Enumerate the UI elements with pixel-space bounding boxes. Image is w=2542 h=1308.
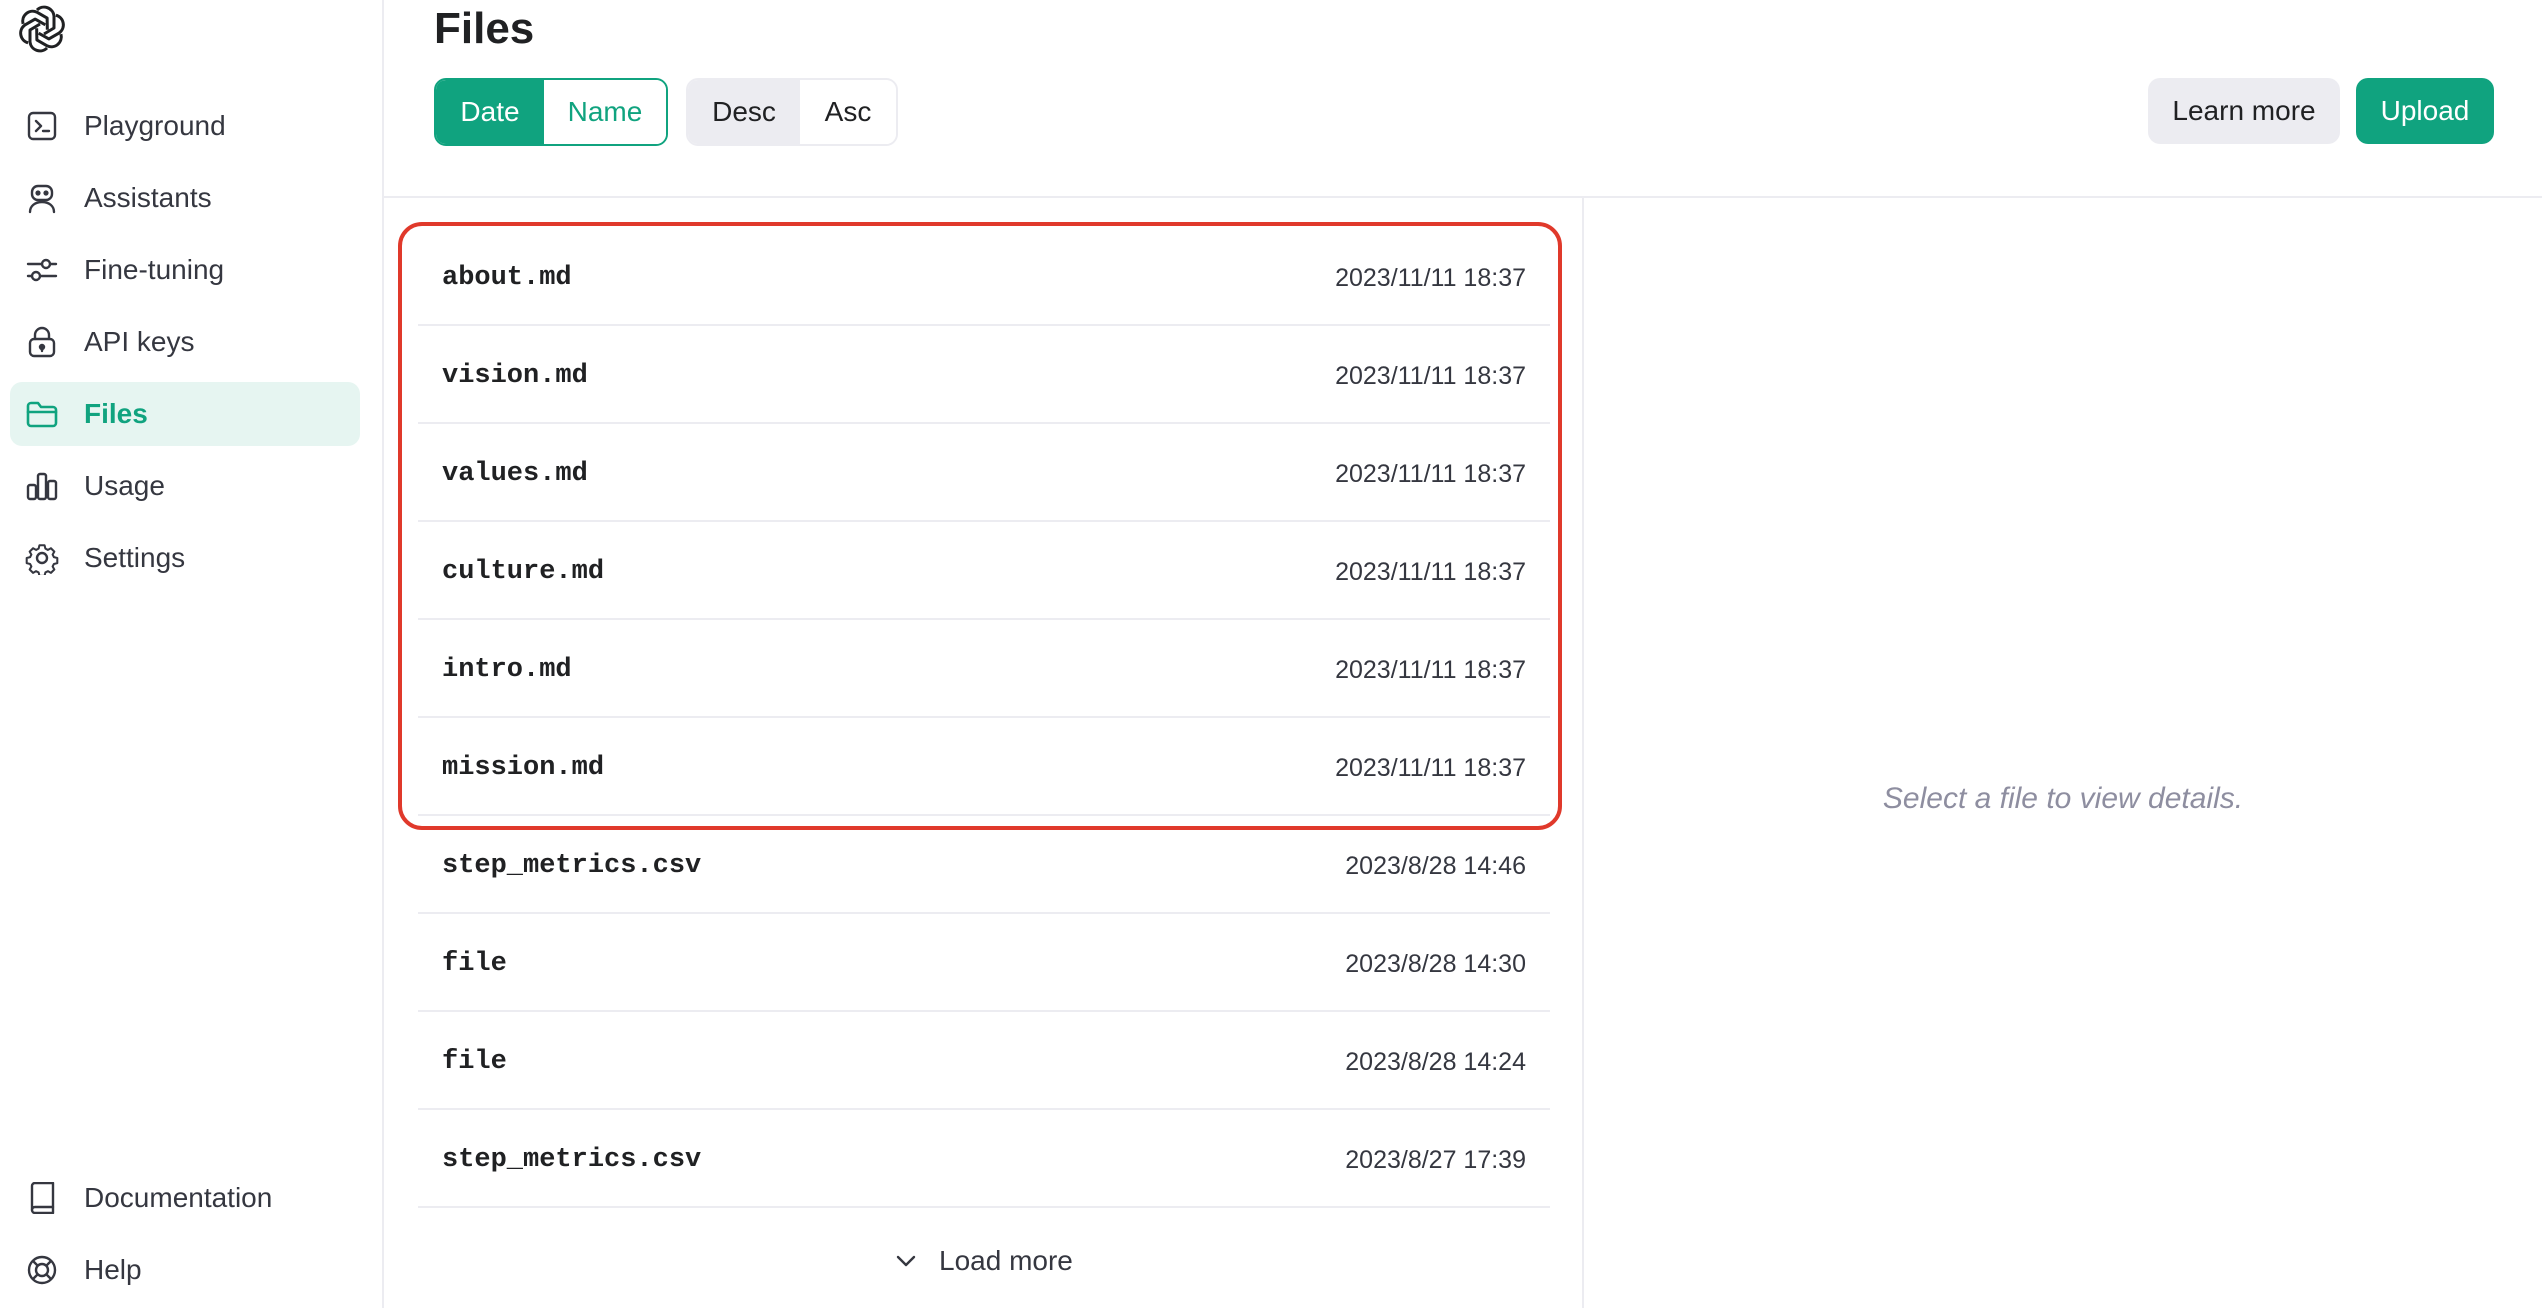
sidebar-item-label: Usage	[84, 470, 165, 501]
file-row[interactable]: step_metrics.csv 2023/8/28 14:46	[418, 818, 1550, 914]
bar-chart-icon	[24, 468, 60, 504]
sort-by-toggle: Date Name	[434, 78, 668, 146]
file-row[interactable]: about.md 2023/11/11 18:37	[418, 230, 1550, 326]
file-date: 2023/11/11 18:37	[1335, 362, 1526, 390]
learn-more-button[interactable]: Learn more	[2148, 78, 2340, 144]
sidebar-item-settings[interactable]: Settings	[10, 526, 360, 590]
terminal-icon	[24, 108, 60, 144]
file-row[interactable]: intro.md 2023/11/11 18:37	[418, 622, 1550, 718]
sidebar-item-label: Help	[84, 1254, 142, 1285]
details-empty-message: Select a file to view details.	[1882, 782, 2244, 815]
file-date: 2023/8/28 14:24	[1345, 1048, 1526, 1076]
file-date: 2023/11/11 18:37	[1335, 558, 1526, 586]
file-row[interactable]: values.md 2023/11/11 18:37	[418, 426, 1550, 522]
file-name: values.md	[442, 459, 588, 489]
file-date: 2023/11/11 18:37	[1335, 754, 1526, 782]
file-name: intro.md	[442, 655, 572, 685]
sort-name-button[interactable]: Name	[544, 80, 666, 144]
header-divider	[384, 196, 2542, 198]
file-row[interactable]: culture.md 2023/11/11 18:37	[418, 524, 1550, 620]
page-title: Files	[434, 4, 535, 53]
upload-button[interactable]: Upload	[2356, 78, 2494, 144]
file-row[interactable]: vision.md 2023/11/11 18:37	[418, 328, 1550, 424]
robot-icon	[24, 180, 60, 216]
sidebar-item-label: Fine-tuning	[84, 254, 225, 285]
sidebar-item-help[interactable]: Help	[10, 1238, 360, 1302]
openai-logo-icon[interactable]	[16, 2, 68, 54]
book-icon	[24, 1180, 60, 1216]
sidebar-item-label: API keys	[84, 326, 195, 357]
file-name: culture.md	[442, 557, 605, 587]
file-date: 2023/11/11 18:37	[1335, 656, 1526, 684]
gear-icon	[24, 540, 60, 576]
sidebar-item-documentation[interactable]: Documentation	[10, 1166, 360, 1230]
file-name: about.md	[442, 263, 572, 293]
file-row[interactable]: step_metrics.csv 2023/8/27 17:39	[418, 1112, 1550, 1208]
load-more-button[interactable]: Load more	[895, 1236, 1073, 1286]
order-desc-button[interactable]: Desc	[688, 80, 800, 144]
file-date: 2023/11/11 18:37	[1335, 264, 1526, 292]
lifebuoy-icon	[24, 1252, 60, 1288]
sidebar-item-label: Settings	[84, 542, 186, 573]
sidebar-item-usage[interactable]: Usage	[10, 454, 360, 518]
sidebar-item-files[interactable]: Files	[10, 382, 360, 446]
sidebar-item-label: Documentation	[84, 1182, 273, 1213]
file-date: 2023/11/11 18:37	[1335, 460, 1526, 488]
file-date: 2023/8/28 14:30	[1345, 950, 1526, 978]
file-name: file	[442, 1047, 507, 1077]
chevron-down-icon	[896, 1255, 916, 1267]
sidebar-item-label: Assistants	[84, 182, 212, 213]
sort-order-toggle: Desc Asc	[686, 78, 898, 146]
file-name: mission.md	[442, 753, 605, 783]
sidebar-item-playground[interactable]: Playground	[10, 94, 360, 158]
file-row[interactable]: file 2023/8/28 14:30	[418, 916, 1550, 1012]
load-more-label: Load more	[939, 1245, 1073, 1276]
file-date: 2023/8/28 14:46	[1345, 852, 1526, 880]
folder-icon	[24, 396, 60, 432]
sidebar-item-assistants[interactable]: Assistants	[10, 166, 360, 230]
file-name: step_metrics.csv	[442, 851, 702, 881]
file-date: 2023/8/27 17:39	[1345, 1146, 1526, 1174]
sidebar-item-label: Playground	[84, 110, 226, 141]
sliders-icon	[24, 252, 60, 288]
sidebar-item-fine-tuning[interactable]: Fine-tuning	[10, 238, 360, 302]
lock-icon	[24, 324, 60, 360]
file-name: step_metrics.csv	[442, 1145, 702, 1175]
sidebar-item-label: Files	[84, 398, 148, 429]
sidebar-item-api-keys[interactable]: API keys	[10, 310, 360, 374]
sidebar: Playground Assistants Fine-tuning API ke…	[0, 0, 384, 1308]
file-name: vision.md	[442, 361, 588, 391]
order-asc-button[interactable]: Asc	[800, 80, 896, 144]
file-row[interactable]: file 2023/8/28 14:24	[418, 1014, 1550, 1110]
file-name: file	[442, 949, 507, 979]
file-row[interactable]: mission.md 2023/11/11 18:37	[418, 720, 1550, 816]
panel-divider	[1582, 198, 1584, 1308]
sort-date-button[interactable]: Date	[436, 80, 544, 144]
